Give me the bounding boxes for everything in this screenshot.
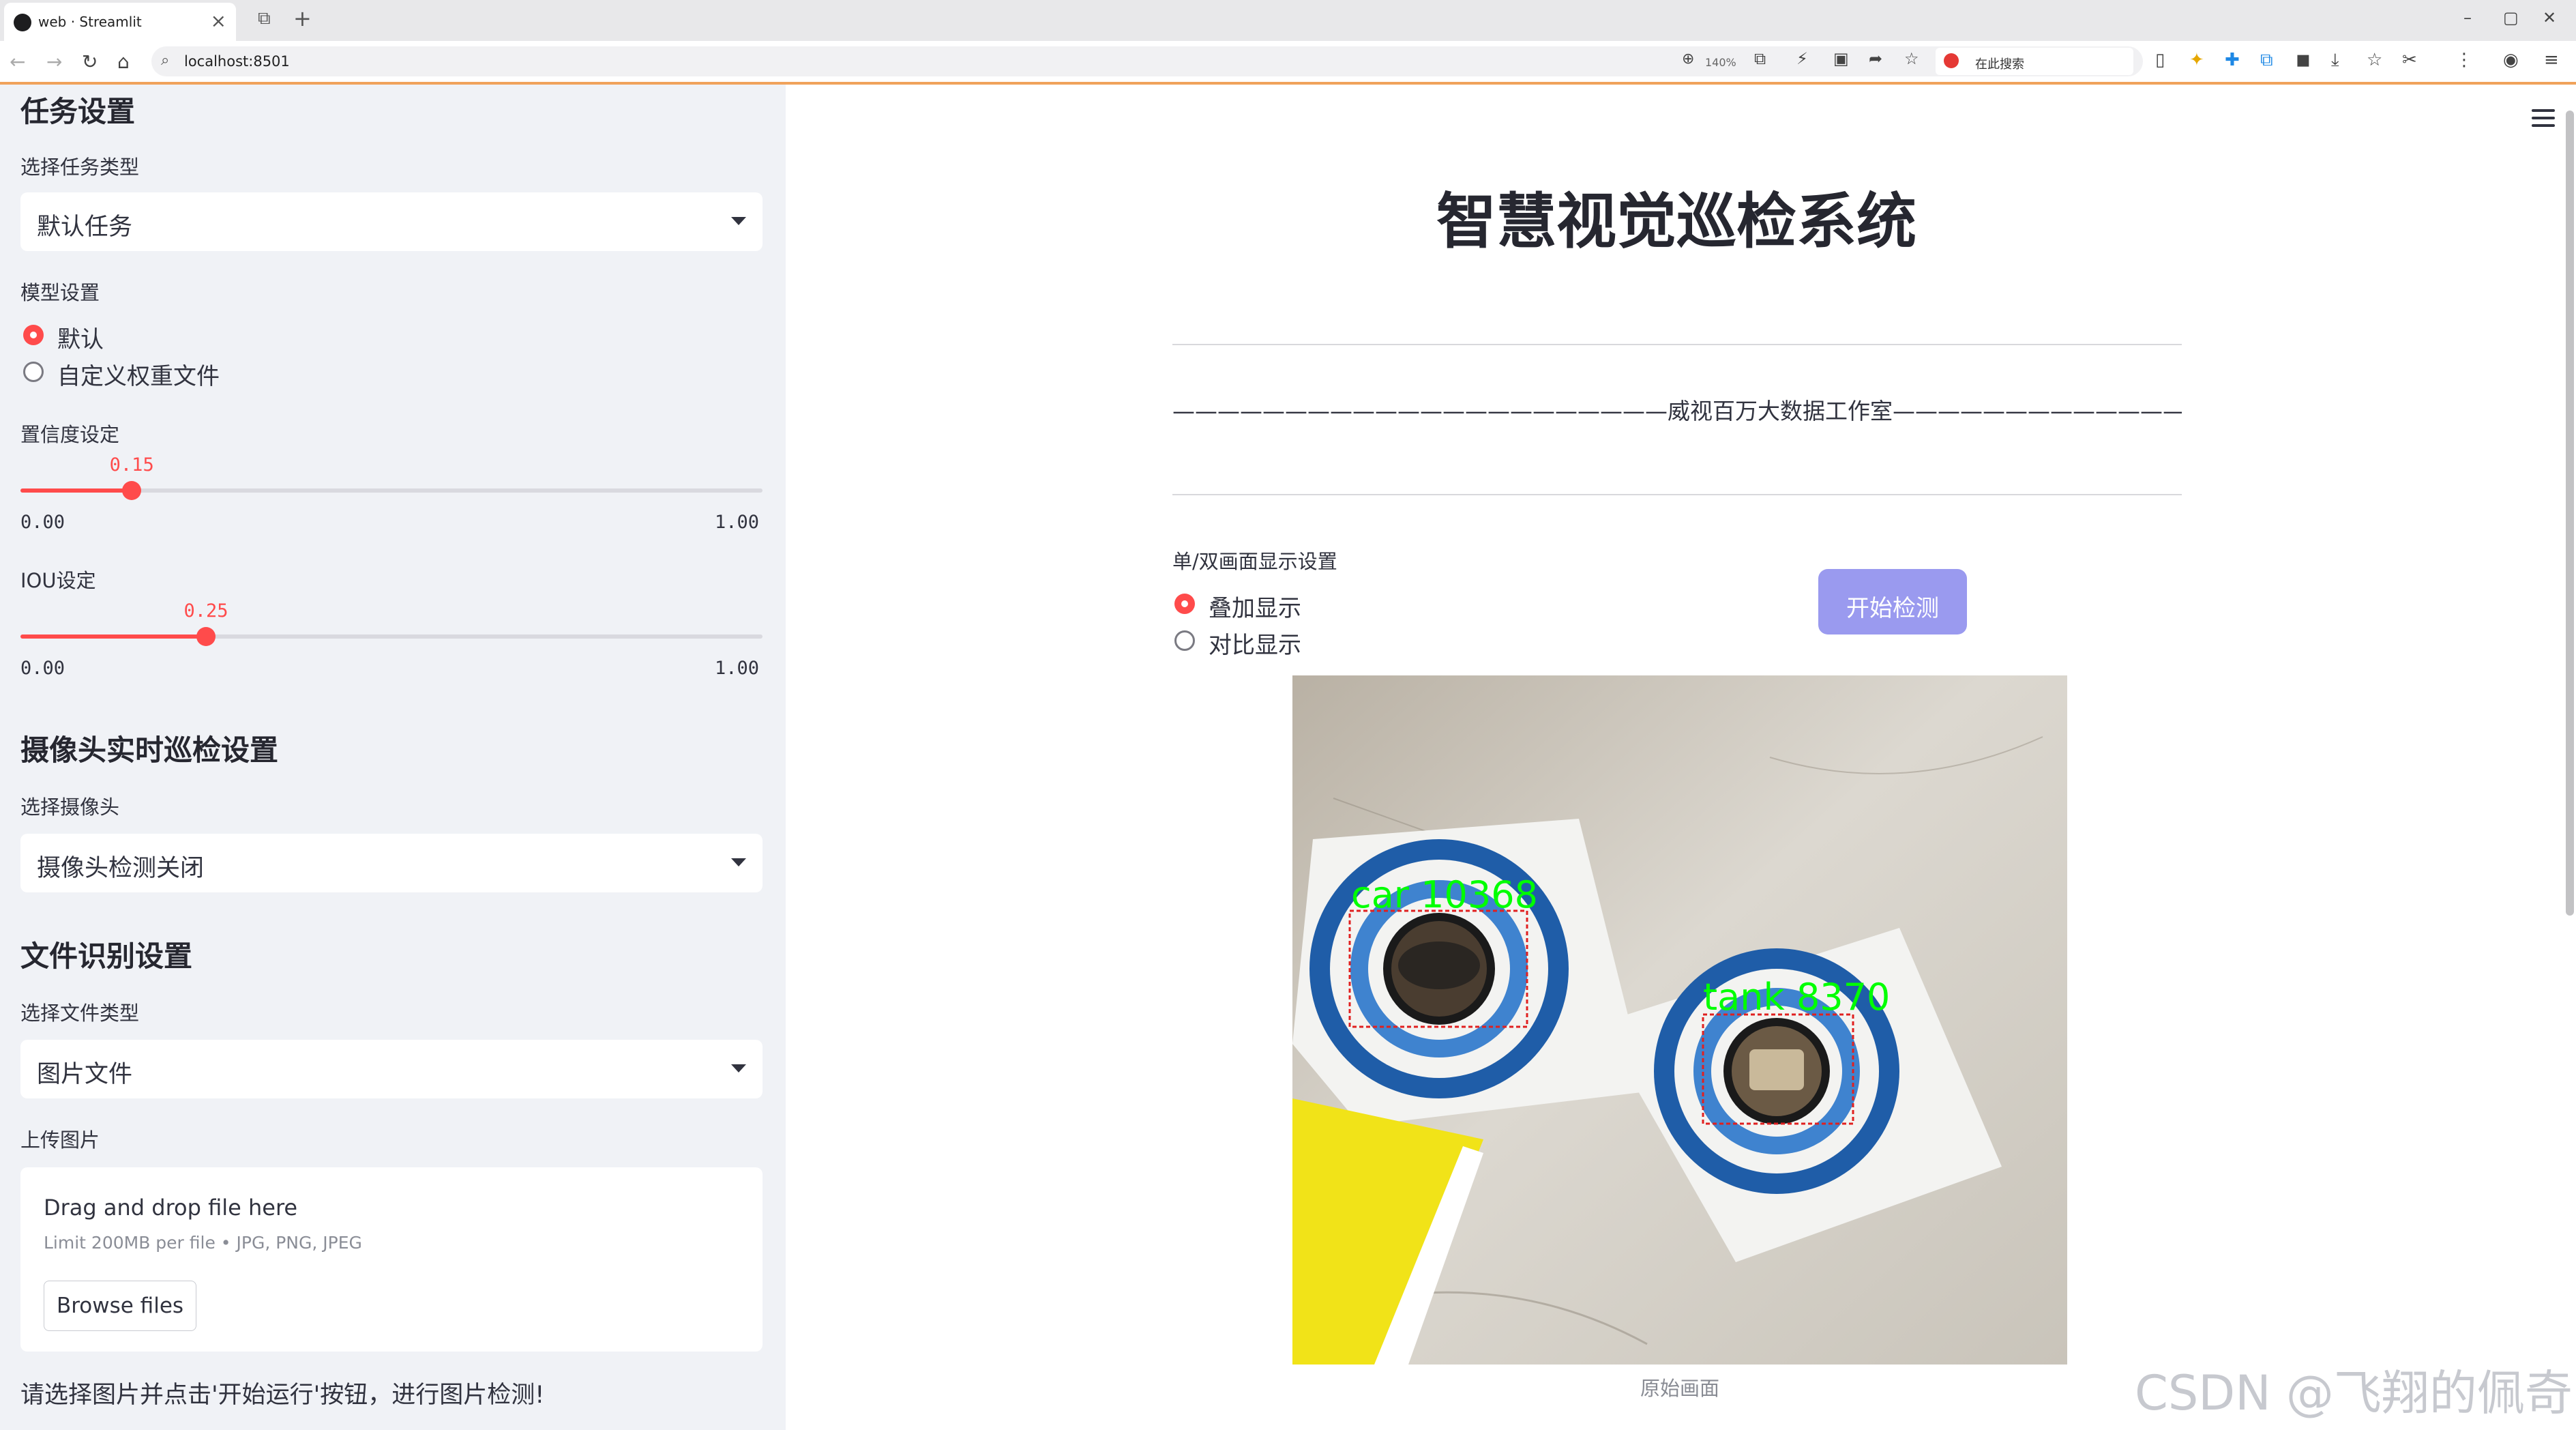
extension-puzzle-icon[interactable]: ✚ [2225, 50, 2240, 70]
browse-files-label[interactable]: Browse files [44, 1294, 196, 1318]
streamlit-favicon-icon [14, 14, 31, 31]
divider-top [1172, 344, 2182, 345]
close-window-icon[interactable]: ✕ [2543, 8, 2556, 27]
confidence-slider[interactable]: 0.15 [20, 454, 763, 500]
tab-title: web · Streamlit [38, 14, 142, 30]
radio-unselected-icon[interactable] [1174, 630, 1195, 651]
home-icon[interactable]: ⌂ [117, 50, 130, 73]
csdn-watermark: CSDN @飞翔的佩奇 [2135, 1365, 2573, 1421]
camera-section-title: 摄像头实时巡检设置 [20, 733, 279, 767]
restore-icon[interactable]: ▢ [2503, 8, 2519, 27]
reload-icon[interactable]: ↻ [82, 50, 98, 73]
task-type-select[interactable]: 默认任务 [20, 192, 763, 251]
divider-bottom [1172, 494, 2182, 495]
model-settings-label: 模型设置 [20, 281, 100, 304]
detection-label-car: car 10368 [1351, 873, 1538, 916]
detection-label-tank: tank 8370 [1703, 976, 1890, 1019]
iou-value: 0.25 [183, 600, 228, 622]
favorites-icon[interactable]: ☆ [2367, 50, 2382, 70]
start-detection-label[interactable]: 开始检测 [1818, 589, 1967, 623]
task-section-title: 任务设置 [20, 95, 136, 128]
display-mode-label: 单/双画面显示设置 [1172, 550, 1337, 573]
search-box[interactable]: 在此搜索 [1936, 48, 2133, 75]
start-detection-button[interactable]: 开始检测 [1818, 569, 1967, 634]
iou-slider-fill [20, 634, 206, 639]
url-field[interactable]: ⌕ localhost:8501 ⊕ 140% ⧉ ⚡ ▣ ➦ ☆ [151, 46, 2143, 76]
url-text[interactable]: localhost:8501 [184, 53, 290, 70]
camera-select-label: 选择摄像头 [20, 796, 120, 819]
image-caption: 原始画面 [1640, 1377, 1719, 1400]
confidence-max: 1.00 [715, 512, 760, 533]
radio-unselected-icon[interactable] [23, 362, 44, 382]
lightning-icon[interactable]: ⚡ [1796, 49, 1808, 68]
bookmark-star-icon[interactable]: ☆ [1904, 49, 1919, 68]
confidence-slider-thumb[interactable] [122, 481, 142, 500]
extension-star-icon[interactable]: ✦ [2189, 50, 2204, 70]
download-icon[interactable]: ⤓ [2331, 50, 2339, 71]
file-type-label: 选择文件类型 [20, 1002, 140, 1025]
extension-dark-icon[interactable]: ◼ [2296, 50, 2311, 70]
scissors-icon[interactable]: ✂ [2402, 50, 2417, 70]
model-option-label[interactable]: 默认 [57, 321, 104, 354]
sidebar: 任务设置 选择任务类型 默认任务 模型设置 默认 自定义权重文件 置信度设定 0… [0, 85, 786, 1430]
iou-slider[interactable]: 0.25 [20, 600, 763, 646]
camera-select-value[interactable]: 摄像头检测关闭 [37, 849, 204, 884]
dropzone-title: Drag and drop file here [44, 1195, 298, 1221]
task-type-label: 选择任务类型 [20, 156, 140, 179]
site-info-icon[interactable]: ⌕ [161, 52, 169, 69]
tab-close-icon[interactable]: × [211, 10, 226, 32]
zoom-icon[interactable]: ⊕ [1682, 50, 1694, 68]
iou-slider-thumb[interactable] [196, 627, 216, 646]
translate-icon[interactable]: ⧉ [1754, 49, 1766, 68]
new-tab-icon[interactable]: + [293, 5, 312, 31]
iou-min: 0.00 [20, 658, 65, 679]
display-option-label[interactable]: 叠加显示 [1209, 589, 1301, 623]
file-type-select[interactable]: 图片文件 [20, 1040, 763, 1098]
sidebar-hint: 请选择图片并点击'开始运行'按钮，进行图片检测! [20, 1382, 545, 1409]
display-option-label[interactable]: 对比显示 [1209, 626, 1301, 660]
chevron-down-icon[interactable] [731, 217, 746, 225]
chevron-down-icon[interactable] [731, 858, 746, 866]
file-uploader-dropzone[interactable]: Drag and drop file here Limit 200MB per … [20, 1167, 763, 1352]
model-option-label[interactable]: 自定义权重文件 [57, 358, 220, 391]
browser-tab-bar: web · Streamlit × ⧉ + – ▢ ✕ [0, 0, 2576, 41]
browser-tab[interactable]: web · Streamlit × [4, 3, 236, 41]
extension-translate-icon[interactable]: ⧉ [2260, 50, 2273, 71]
radio-selected-icon[interactable] [23, 325, 44, 345]
radio-selected-icon[interactable] [1174, 594, 1195, 614]
confidence-label: 置信度设定 [20, 423, 120, 446]
phone-icon[interactable]: ▯ [2155, 50, 2165, 70]
iou-max: 1.00 [715, 658, 760, 679]
detection-result-image: car 10368 tank 8370 [1292, 675, 2067, 1365]
camera-select[interactable]: 摄像头检测关闭 [20, 834, 763, 892]
file-section-title: 文件识别设置 [20, 939, 193, 973]
browser-menu-icon[interactable]: ≡ [2544, 50, 2559, 70]
chevron-down-icon[interactable] [731, 1064, 746, 1072]
iou-label: IOU设定 [20, 569, 96, 592]
share-icon[interactable]: ➦ [1869, 49, 1882, 68]
search-engine-icon [1944, 53, 1959, 68]
back-icon[interactable]: ← [10, 50, 25, 73]
profile-avatar-icon[interactable]: ◉ [2503, 50, 2519, 70]
dropzone-limits: Limit 200MB per file • JPG, PNG, JPEG [44, 1233, 362, 1253]
file-type-value[interactable]: 图片文件 [37, 1055, 132, 1090]
screenshot-icon[interactable]: ▣ [1833, 49, 1849, 68]
more-vertical-icon[interactable]: ⋮ [2455, 50, 2473, 70]
browse-files-button[interactable]: Browse files [44, 1281, 196, 1331]
zoom-level[interactable]: 140% [1705, 56, 1736, 69]
confidence-slider-fill [20, 488, 132, 493]
studio-banner: ——————————————————————威视百万大数据工作室————————… [1172, 398, 2182, 424]
address-bar: ← → ↻ ⌂ ⌕ localhost:8501 ⊕ 140% ⧉ ⚡ ▣ ➦ … [0, 41, 2576, 83]
forward-icon[interactable]: → [46, 50, 62, 73]
confidence-value: 0.15 [109, 454, 154, 476]
confidence-min: 0.00 [20, 512, 65, 533]
search-placeholder[interactable]: 在此搜索 [1975, 55, 2024, 72]
app-menu-icon[interactable] [2532, 109, 2555, 127]
minimize-icon[interactable]: – [2463, 8, 2472, 27]
main-content: 智慧视觉巡检系统 ——————————————————————威视百万大数据工作… [786, 85, 2576, 1430]
task-type-value[interactable]: 默认任务 [37, 207, 132, 242]
page-title: 智慧视觉巡检系统 [1436, 186, 1916, 257]
upload-label: 上传图片 [20, 1128, 100, 1152]
tab-list-icon[interactable]: ⧉ [258, 8, 271, 29]
